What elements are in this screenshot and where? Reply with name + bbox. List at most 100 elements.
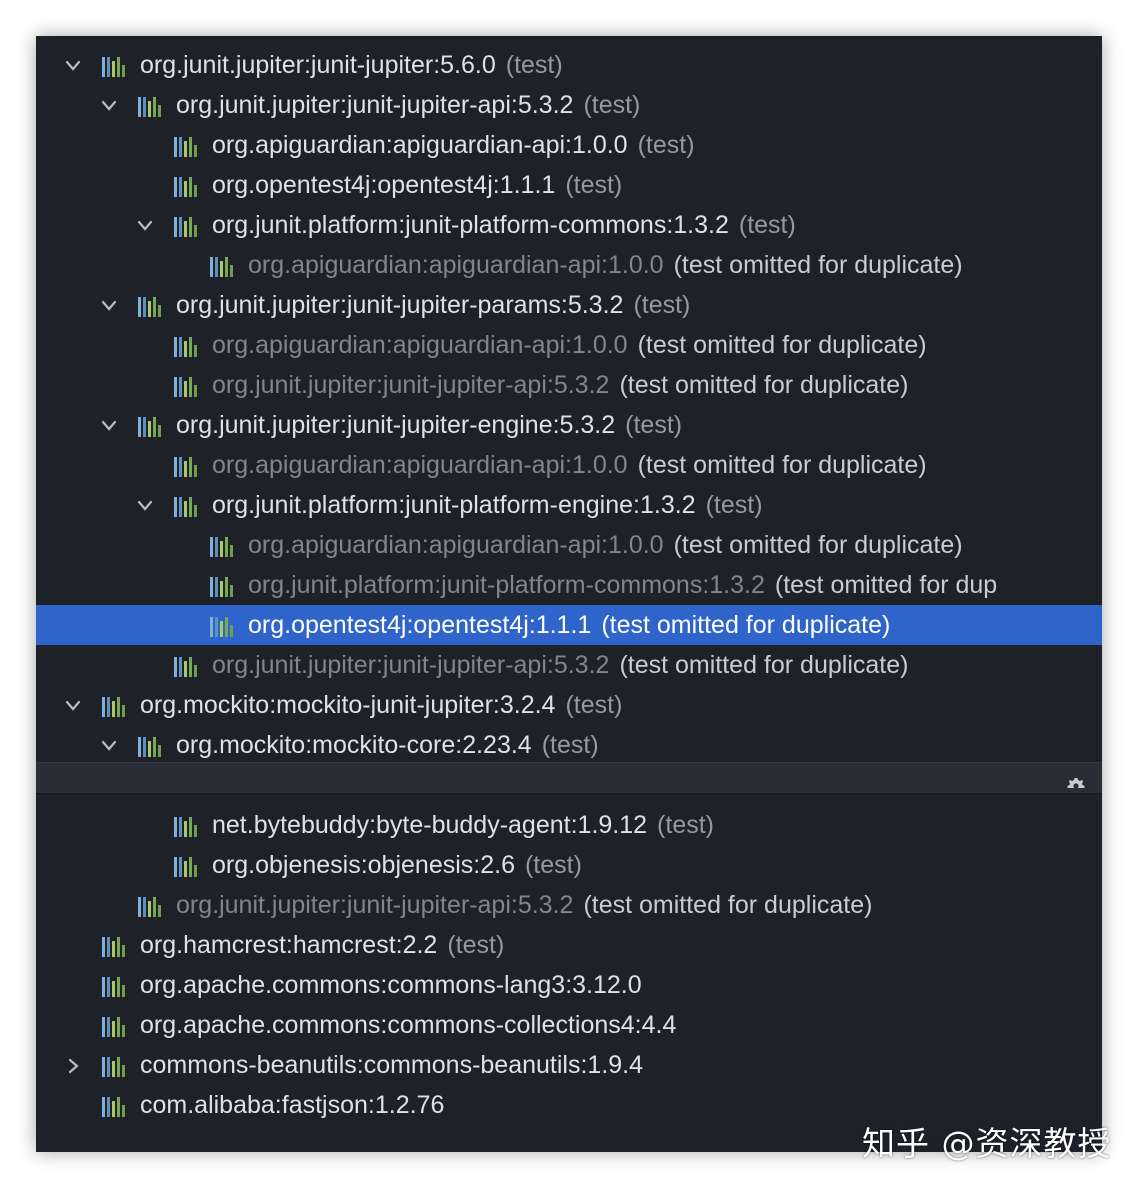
library-icon	[174, 375, 202, 397]
dependency-tree[interactable]: org.junit.jupiter:junit-jupiter:5.6.0 (te…	[36, 45, 1102, 1125]
scope-label: (test)	[738, 211, 796, 239]
tree-row-label: org.junit.platform:junit-platform-common…	[248, 565, 997, 605]
tree-row-label: org.apiguardian:apiguardian-api:1.0.0 (te…	[248, 525, 963, 565]
library-icon	[210, 255, 238, 277]
library-icon	[210, 535, 238, 557]
tree-row[interactable]: org.apiguardian:apiguardian-api:1.0.0 (te…	[36, 325, 1102, 365]
library-icon	[174, 655, 202, 677]
tree-row-label: org.mockito:mockito-junit-jupiter:3.2.4 (…	[140, 685, 622, 725]
tree-row[interactable]: org.junit.jupiter:junit-jupiter-api:5.3.…	[36, 645, 1102, 685]
tree-row[interactable]: org.mockito:mockito-junit-jupiter:3.2.4 (…	[36, 685, 1102, 725]
tree-row-label: org.junit.jupiter:junit-jupiter-engine:5…	[176, 405, 682, 445]
tree-row-label: org.junit.platform:junit-platform-common…	[212, 205, 796, 245]
tree-row[interactable]: org.hamcrest:hamcrest:2.2 (test)	[36, 925, 1102, 965]
artifact-name: org.junit.jupiter:junit-jupiter-engine:5…	[176, 411, 616, 439]
artifact-name: org.mockito:mockito-core:2.23.4	[176, 731, 532, 759]
scope-label: (test omitted for duplicate)	[583, 891, 873, 919]
scope-label: (test)	[633, 291, 691, 319]
scope-label: (test)	[565, 691, 623, 719]
library-icon	[102, 1055, 130, 1077]
tree-row[interactable]: org.junit.jupiter:junit-jupiter:5.6.0 (te…	[36, 45, 1102, 85]
library-icon	[138, 735, 166, 757]
watermark: 知乎 @资深教授	[862, 1124, 1112, 1163]
tree-row[interactable]: org.opentest4j:opentest4j:1.1.1 (test omi…	[36, 605, 1102, 645]
tree-row[interactable]: org.junit.jupiter:junit-jupiter-api:5.3.…	[36, 365, 1102, 405]
artifact-name: com.alibaba:fastjson:1.2.76	[140, 1091, 445, 1119]
library-icon	[102, 1095, 130, 1117]
scope-label: (test omitted for duplicate)	[673, 531, 963, 559]
tree-row-label: org.apache.commons:commons-lang3:3.12.0	[140, 965, 642, 1005]
scope-label: (test)	[541, 731, 599, 759]
scope-label: (test)	[625, 411, 683, 439]
artifact-name: org.junit.platform:junit-platform-common…	[212, 211, 729, 239]
gear-icon[interactable]	[1064, 775, 1088, 795]
tree-row-label: org.junit.jupiter:junit-jupiter-api:5.3.…	[176, 885, 872, 925]
tree-row[interactable]: org.apiguardian:apiguardian-api:1.0.0 (te…	[36, 445, 1102, 485]
tree-row-label: org.apache.commons:commons-collections4:…	[140, 1005, 676, 1045]
scope-label: (test)	[505, 51, 563, 79]
chevron-down-icon[interactable]	[134, 205, 156, 245]
scope-label: (test)	[637, 131, 695, 159]
artifact-name: org.apiguardian:apiguardian-api:1.0.0	[248, 251, 664, 279]
artifact-name: org.apiguardian:apiguardian-api:1.0.0	[212, 331, 628, 359]
tree-row[interactable]: org.apache.commons:commons-collections4:…	[36, 1005, 1102, 1045]
tree-row-label: com.alibaba:fastjson:1.2.76	[140, 1085, 444, 1125]
tree-row[interactable]: org.junit.jupiter:junit-jupiter-engine:5…	[36, 405, 1102, 445]
tree-row[interactable]: org.junit.jupiter:junit-jupiter-api:5.3.…	[36, 885, 1102, 925]
artifact-name: org.junit.jupiter:junit-jupiter:5.6.0	[140, 51, 496, 79]
chevron-down-icon[interactable]	[134, 485, 156, 525]
chevron-down-icon[interactable]	[62, 45, 84, 85]
tree-row-label: org.junit.jupiter:junit-jupiter-api:5.3.…	[212, 645, 908, 685]
tree-row-label: org.apiguardian:apiguardian-api:1.0.0 (te…	[212, 325, 927, 365]
library-icon	[102, 935, 130, 957]
library-icon	[174, 455, 202, 477]
chevron-down-icon[interactable]	[98, 285, 120, 325]
library-icon	[138, 415, 166, 437]
tree-row[interactable]: org.apache.commons:commons-lang3:3.12.0	[36, 965, 1102, 1005]
tree-row-label: commons-beanutils:commons-beanutils:1.9.…	[140, 1045, 643, 1085]
artifact-name: net.bytebuddy:byte-buddy-agent:1.9.12	[212, 811, 648, 839]
tree-row-label: org.apiguardian:apiguardian-api:1.0.0 (te…	[212, 445, 927, 485]
tree-row[interactable]: org.junit.platform:junit-platform-engine…	[36, 485, 1102, 525]
tree-row[interactable]: org.junit.platform:junit-platform-common…	[36, 205, 1102, 245]
tree-row-label: org.junit.jupiter:junit-jupiter-api:5.3.…	[176, 85, 640, 125]
scope-label: (test)	[705, 491, 763, 519]
artifact-name: org.objenesis:objenesis:2.6	[212, 851, 515, 879]
scope-label: (test omitted for duplicate)	[637, 331, 927, 359]
chevron-down-icon[interactable]	[98, 85, 120, 125]
tree-row[interactable]: org.junit.jupiter:junit-jupiter-params:5…	[36, 285, 1102, 325]
artifact-name: commons-beanutils:commons-beanutils:1.9.…	[140, 1051, 644, 1079]
artifact-name: org.opentest4j:opentest4j:1.1.1	[248, 611, 592, 639]
chevron-right-icon[interactable]	[62, 1045, 84, 1085]
scope-label: (test omitted for duplicate)	[619, 651, 909, 679]
tree-row[interactable]: org.opentest4j:opentest4j:1.1.1 (test)	[36, 165, 1102, 205]
tree-row[interactable]: org.junit.jupiter:junit-jupiter-api:5.3.…	[36, 85, 1102, 125]
tree-row-label: org.junit.jupiter:junit-jupiter-api:5.3.…	[212, 365, 908, 405]
tree-row[interactable]: org.objenesis:objenesis:2.6 (test)	[36, 845, 1102, 885]
scope-label: (test omitted for duplicate)	[601, 611, 891, 639]
library-icon	[174, 215, 202, 237]
tree-row[interactable]: org.apiguardian:apiguardian-api:1.0.0 (te…	[36, 525, 1102, 565]
tree-row[interactable]: org.apiguardian:apiguardian-api:1.0.0 (te…	[36, 125, 1102, 165]
library-icon	[174, 175, 202, 197]
artifact-name: org.junit.jupiter:junit-jupiter-api:5.3.…	[176, 91, 574, 119]
artifact-name: org.apiguardian:apiguardian-api:1.0.0	[212, 451, 628, 479]
tree-row[interactable]: org.mockito:mockito-core:2.23.4 (test)	[36, 725, 1102, 765]
chevron-down-icon[interactable]	[62, 685, 84, 725]
chevron-down-icon[interactable]	[98, 725, 120, 765]
tree-row[interactable]: net.bytebuddy:byte-buddy-agent:1.9.12 (te…	[36, 805, 1102, 845]
artifact-name: org.junit.jupiter:junit-jupiter-params:5…	[176, 291, 624, 319]
tree-row[interactable]: org.junit.platform:junit-platform-common…	[36, 565, 1102, 605]
sticky-scroll-bar[interactable]	[36, 762, 1102, 794]
scope-label: (test omitted for dup	[774, 571, 998, 599]
library-icon	[138, 895, 166, 917]
tree-row-label: org.objenesis:objenesis:2.6 (test)	[212, 845, 582, 885]
chevron-down-icon[interactable]	[98, 405, 120, 445]
artifact-name: org.junit.platform:junit-platform-engine…	[212, 491, 696, 519]
tree-row[interactable]: org.apiguardian:apiguardian-api:1.0.0 (te…	[36, 245, 1102, 285]
artifact-name: org.junit.jupiter:junit-jupiter-api:5.3.…	[176, 891, 574, 919]
library-icon	[102, 55, 130, 77]
library-icon	[174, 135, 202, 157]
tree-row[interactable]: commons-beanutils:commons-beanutils:1.9.…	[36, 1045, 1102, 1085]
artifact-name: org.junit.jupiter:junit-jupiter-api:5.3.…	[212, 371, 610, 399]
